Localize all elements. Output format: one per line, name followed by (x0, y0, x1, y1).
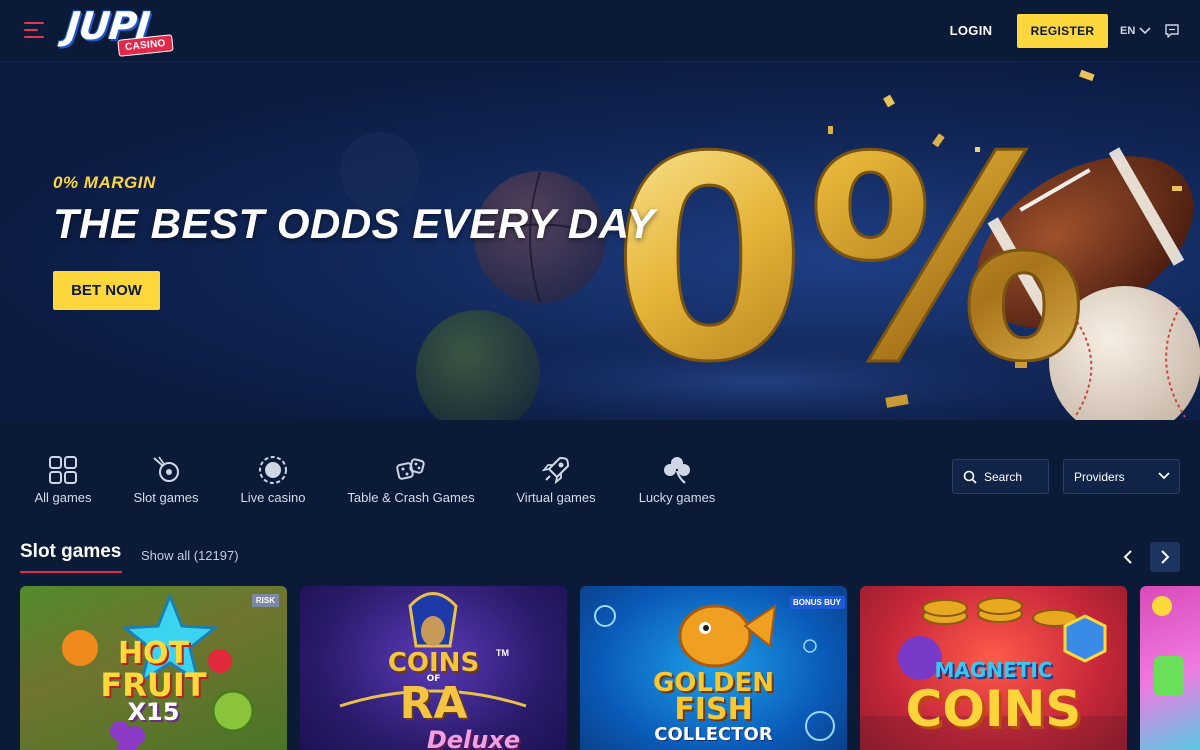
game-title-line1: MAGNETIC (934, 658, 1053, 682)
category-table-crash[interactable]: Table & Crash Games (342, 454, 480, 506)
game-card-coins-of-ra[interactable]: COINS OF RA Deluxe TM (300, 586, 567, 750)
chevron-left-icon (1123, 550, 1132, 564)
language-selector[interactable]: EN (1120, 22, 1151, 40)
game-title-line3: Deluxe (426, 726, 521, 750)
dice-icon (396, 458, 425, 480)
chevron-right-icon (1161, 550, 1170, 564)
hero-title: THE BEST ODDS EVERY DAY (53, 200, 655, 247)
search-input[interactable]: Search (952, 459, 1049, 494)
category-label: Slot games (133, 490, 199, 505)
game-card-golden-fish[interactable]: BONUS BUY GOLDEN FISH COLLECTOR (580, 586, 847, 750)
chevron-down-icon (1158, 472, 1170, 480)
section-title: Slot games (20, 541, 122, 562)
category-label: Lucky games (638, 490, 716, 505)
search-placeholder: Search (984, 469, 1023, 484)
category-virtual-games[interactable]: Virtual games (510, 454, 602, 506)
game-card-magnetic-coins[interactable]: MAGNETIC COINS (860, 586, 1127, 750)
game-card-hot-fruit[interactable]: RISK HOT FRUIT X15 (20, 586, 287, 750)
grid-icon (49, 456, 77, 484)
category-label: Live casino (240, 490, 306, 505)
menu-icon[interactable] (24, 22, 44, 38)
carousel-next-button[interactable] (1150, 542, 1180, 572)
login-button[interactable]: LOGIN (940, 20, 1002, 42)
game-title-line2: RA (399, 678, 468, 729)
game-title-line2: COINS (905, 680, 1082, 738)
live-icon (259, 456, 287, 484)
game-tag: RISK (251, 594, 279, 607)
trademark-mark: TM (496, 648, 509, 658)
slot-icon (153, 456, 179, 482)
game-art (1152, 596, 1184, 696)
bet-now-button[interactable]: BET NOW (53, 271, 160, 310)
game-title-line3: X15 (127, 698, 180, 726)
category-label: All games (34, 490, 92, 505)
hero-big-number: 0% (612, 98, 1087, 420)
providers-dropdown[interactable]: Providers (1063, 459, 1180, 494)
game-tag: BONUS BUY (788, 596, 845, 609)
hero-kicker: 0% MARGIN (53, 173, 156, 192)
category-label: Virtual games (516, 490, 596, 505)
chat-icon[interactable] (1164, 23, 1180, 39)
section-underline (20, 571, 122, 573)
hero-banner: 0% 0% MARGIN THE BEST ODDS EVERY DAY BET… (0, 62, 1200, 420)
show-all-link[interactable]: Show all (12197) (141, 548, 239, 563)
category-live-casino[interactable]: Live casino (234, 454, 312, 506)
category-all-games[interactable]: All games (28, 454, 98, 506)
rocket-icon (541, 457, 569, 485)
category-lucky-games[interactable]: Lucky games (632, 454, 722, 506)
chevron-down-icon (1139, 27, 1151, 35)
register-button[interactable]: REGISTER (1017, 14, 1108, 48)
category-slot-games[interactable]: Slot games (128, 454, 204, 506)
providers-label: Providers (1074, 469, 1125, 484)
category-label: Table & Crash Games (347, 490, 475, 505)
game-title-line3: COLLECTOR (654, 724, 773, 745)
carousel-prev-button[interactable] (1114, 542, 1142, 572)
logo[interactable]: JUPI CASINO (64, 4, 178, 57)
language-label: EN (1120, 25, 1136, 37)
clover-icon (664, 457, 690, 484)
top-header: JUPI CASINO LOGIN REGISTER EN (0, 0, 1200, 62)
search-icon (963, 470, 977, 484)
game-card-partial[interactable] (1140, 586, 1200, 750)
game-title-line2: FISH (674, 692, 753, 727)
